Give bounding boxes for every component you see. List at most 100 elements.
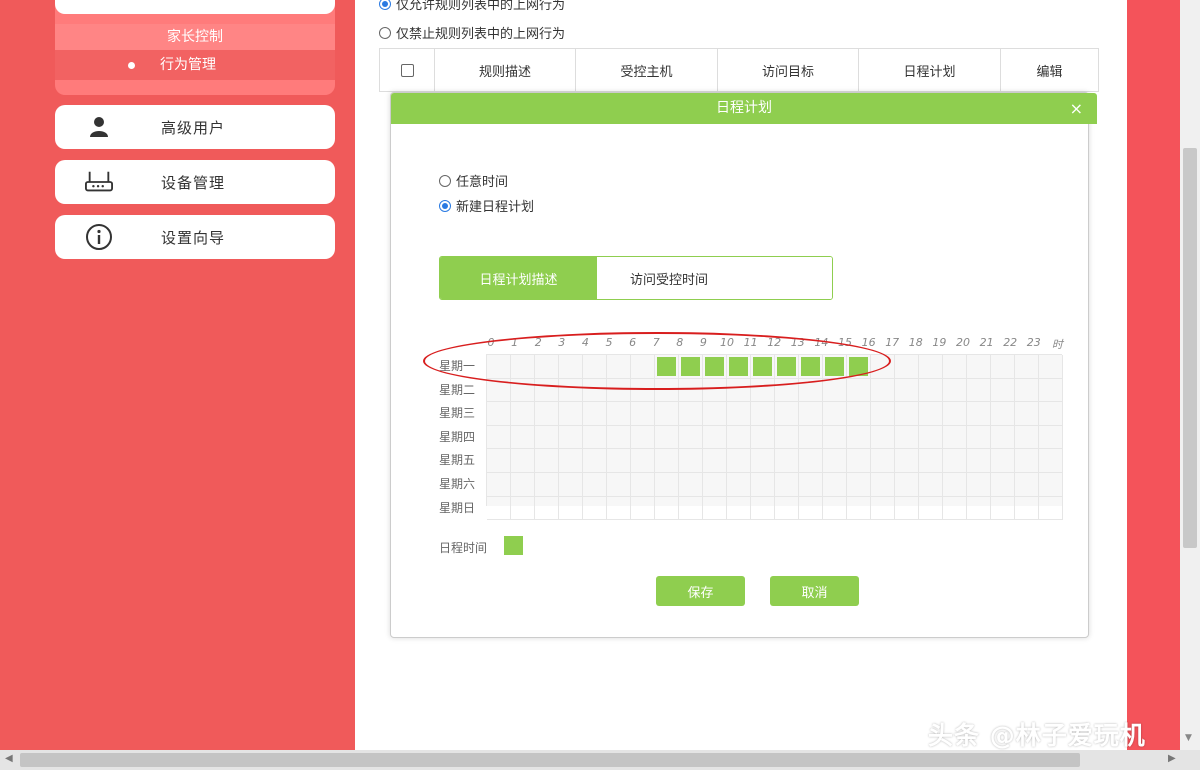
- schedule-cell[interactable]: [991, 425, 1015, 450]
- schedule-cell[interactable]: [751, 402, 775, 426]
- schedule-cell-selected[interactable]: [823, 355, 847, 379]
- schedule-cell[interactable]: [607, 472, 631, 497]
- schedule-cell[interactable]: [535, 472, 559, 497]
- schedule-cell[interactable]: [727, 449, 751, 473]
- tab-schedule-description[interactable]: 日程计划描述: [440, 257, 597, 299]
- schedule-cell[interactable]: [871, 425, 895, 450]
- schedule-cell[interactable]: [559, 402, 583, 426]
- schedule-cell[interactable]: [967, 449, 991, 473]
- schedule-cell[interactable]: [943, 425, 967, 450]
- schedule-cell[interactable]: [751, 472, 775, 497]
- submenu-behavior-management[interactable]: 行为管理: [55, 50, 335, 80]
- schedule-cell-selected[interactable]: [751, 355, 775, 379]
- scroll-down-icon[interactable]: ▼: [1185, 733, 1192, 743]
- schedule-cell[interactable]: [895, 425, 919, 450]
- schedule-cell[interactable]: [967, 402, 991, 426]
- schedule-cell[interactable]: [487, 378, 511, 403]
- sidebar-item-advanced-user[interactable]: 高级用户: [55, 105, 335, 149]
- schedule-cell[interactable]: [703, 378, 727, 403]
- schedule-cell[interactable]: [679, 378, 703, 403]
- schedule-cell[interactable]: [847, 496, 871, 521]
- schedule-cell[interactable]: [631, 378, 655, 403]
- schedule-cell[interactable]: [919, 378, 943, 403]
- horizontal-scrollbar[interactable]: ◀ ▶: [0, 750, 1200, 770]
- select-all-cell[interactable]: [380, 49, 435, 91]
- schedule-cell[interactable]: [991, 378, 1015, 403]
- schedule-cell[interactable]: [775, 425, 799, 450]
- cancel-button[interactable]: 取消: [770, 576, 859, 606]
- schedule-cell[interactable]: [943, 378, 967, 403]
- schedule-cell[interactable]: [679, 496, 703, 521]
- schedule-cell[interactable]: [1039, 378, 1063, 403]
- scroll-left-icon[interactable]: ◀: [5, 753, 13, 764]
- schedule-cell[interactable]: [703, 402, 727, 426]
- schedule-cell[interactable]: [511, 449, 535, 473]
- schedule-cell[interactable]: [511, 402, 535, 426]
- schedule-cell[interactable]: [583, 425, 607, 450]
- schedule-cell-selected[interactable]: [775, 355, 799, 379]
- schedule-cell[interactable]: [607, 378, 631, 403]
- schedule-cell[interactable]: [655, 402, 679, 426]
- schedule-cell[interactable]: [1039, 449, 1063, 473]
- submenu-parental-control[interactable]: 家长控制: [55, 24, 335, 50]
- schedule-cell[interactable]: [751, 378, 775, 403]
- schedule-cell[interactable]: [511, 472, 535, 497]
- schedule-cell[interactable]: [775, 496, 799, 521]
- schedule-cell[interactable]: [583, 378, 607, 403]
- schedule-cell[interactable]: [967, 472, 991, 497]
- schedule-cell[interactable]: [751, 425, 775, 450]
- schedule-cell[interactable]: [535, 355, 559, 379]
- schedule-cell[interactable]: [631, 472, 655, 497]
- schedule-cell[interactable]: [871, 355, 895, 379]
- schedule-cell[interactable]: [799, 496, 823, 521]
- vertical-scroll-thumb[interactable]: [1183, 148, 1197, 548]
- schedule-cell[interactable]: [679, 449, 703, 473]
- schedule-cell[interactable]: [607, 425, 631, 450]
- schedule-cell[interactable]: [799, 378, 823, 403]
- schedule-cell[interactable]: [727, 402, 751, 426]
- schedule-cell[interactable]: [583, 402, 607, 426]
- schedule-cell[interactable]: [823, 378, 847, 403]
- schedule-cell[interactable]: [967, 496, 991, 521]
- schedule-cell[interactable]: [919, 355, 943, 379]
- schedule-cell[interactable]: [511, 425, 535, 450]
- schedule-cell[interactable]: [607, 402, 631, 426]
- schedule-cell[interactable]: [703, 425, 727, 450]
- schedule-cell[interactable]: [559, 449, 583, 473]
- schedule-cell[interactable]: [895, 402, 919, 426]
- schedule-cell[interactable]: [943, 355, 967, 379]
- schedule-cell[interactable]: [487, 355, 511, 379]
- radio-allow-rules[interactable]: 仅允许规则列表中的上网行为: [379, 0, 565, 13]
- schedule-cell[interactable]: [679, 472, 703, 497]
- schedule-cell[interactable]: [535, 402, 559, 426]
- select-all-checkbox[interactable]: [400, 63, 414, 77]
- schedule-cell[interactable]: [991, 402, 1015, 426]
- vertical-scrollbar[interactable]: ▼: [1180, 0, 1200, 750]
- schedule-cell[interactable]: [775, 472, 799, 497]
- schedule-cell[interactable]: [943, 449, 967, 473]
- schedule-cell[interactable]: [631, 496, 655, 521]
- schedule-cell-selected[interactable]: [655, 355, 679, 379]
- schedule-cell[interactable]: [559, 425, 583, 450]
- radio-block-icon[interactable]: [379, 26, 391, 39]
- schedule-cell[interactable]: [1039, 355, 1063, 379]
- schedule-cell[interactable]: [679, 402, 703, 426]
- schedule-cell[interactable]: [583, 355, 607, 379]
- radio-new-schedule-icon[interactable]: [439, 199, 451, 212]
- schedule-cell[interactable]: [919, 496, 943, 521]
- schedule-cell[interactable]: [847, 402, 871, 426]
- schedule-cell[interactable]: [1015, 355, 1039, 379]
- schedule-cell[interactable]: [919, 472, 943, 497]
- schedule-cell[interactable]: [1015, 472, 1039, 497]
- schedule-cell[interactable]: [799, 425, 823, 450]
- schedule-cell[interactable]: [1015, 496, 1039, 521]
- schedule-grid[interactable]: [486, 354, 1063, 521]
- schedule-cell[interactable]: [535, 496, 559, 521]
- schedule-cell[interactable]: [655, 378, 679, 403]
- schedule-cell[interactable]: [487, 425, 511, 450]
- schedule-cell[interactable]: [583, 496, 607, 521]
- schedule-cell[interactable]: [583, 449, 607, 473]
- save-button[interactable]: 保存: [656, 576, 745, 606]
- schedule-cell[interactable]: [919, 402, 943, 426]
- schedule-cell[interactable]: [655, 472, 679, 497]
